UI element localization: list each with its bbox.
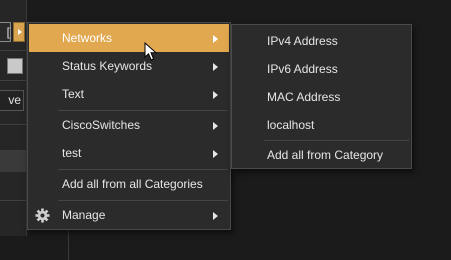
menu-item-label: Networks	[62, 31, 113, 45]
menu-item-label: Manage	[62, 208, 106, 222]
chevron-right-icon	[213, 122, 218, 130]
color-swatch[interactable]	[7, 58, 23, 74]
menu-item-label: CiscoSwitches	[62, 118, 141, 132]
menu-item-test[interactable]: test	[29, 139, 229, 167]
mouse-cursor-icon	[144, 42, 158, 61]
background-divider	[0, 200, 26, 201]
menu-item-label: IPv4 Address	[267, 34, 338, 48]
background-divider	[0, 50, 26, 51]
menu-item-label: Text	[62, 87, 85, 101]
chevron-right-icon	[213, 63, 218, 71]
background-divider	[0, 124, 26, 125]
gear-icon	[35, 208, 50, 223]
menu-item-add-all-categories[interactable]: Add all from all Categories	[29, 170, 229, 198]
menu-item-label: MAC Address	[267, 90, 341, 104]
submenu-item-add-all-from-category[interactable]: Add all from Category	[233, 141, 410, 169]
menu-item-networks[interactable]: Networks	[29, 24, 229, 52]
chevron-right-icon	[213, 212, 218, 220]
background-divider	[0, 80, 26, 81]
expand-arrow-button[interactable]	[13, 22, 25, 42]
menu-item-label: Add all from all Categories	[62, 177, 203, 191]
app-window: [ ve Networks Status Keywords Text Cisco…	[0, 0, 451, 260]
menu-item-manage[interactable]: Manage	[29, 201, 229, 229]
submenu-item-ipv6-address[interactable]: IPv6 Address	[233, 55, 410, 83]
networks-submenu: IPv4 Address IPv6 Address MAC Address lo…	[231, 24, 412, 169]
background-field[interactable]: [	[0, 22, 11, 42]
menu-item-ciscoswitches[interactable]: CiscoSwitches	[29, 111, 229, 139]
menu-item-label: Status Keywords	[62, 59, 153, 73]
submenu-item-mac-address[interactable]: MAC Address	[233, 83, 410, 111]
chevron-right-icon	[213, 150, 218, 158]
background-divider	[68, 228, 69, 260]
menu-item-text[interactable]: Text	[29, 80, 229, 108]
context-menu: Networks Status Keywords Text CiscoSwitc…	[27, 22, 231, 230]
chevron-right-icon	[213, 35, 218, 43]
submenu-item-localhost[interactable]: localhost	[233, 111, 410, 139]
submenu-item-ipv4-address[interactable]: IPv4 Address	[233, 27, 410, 55]
background-row[interactable]	[0, 150, 26, 172]
menu-item-status-keywords[interactable]: Status Keywords	[29, 52, 229, 80]
menu-item-label: test	[62, 146, 82, 160]
menu-item-label: IPv6 Address	[267, 62, 338, 76]
background-input[interactable]: ve	[0, 90, 24, 111]
menu-item-label: localhost	[267, 118, 315, 132]
chevron-right-icon	[213, 91, 218, 99]
menu-item-label: Add all from Category	[267, 148, 384, 162]
